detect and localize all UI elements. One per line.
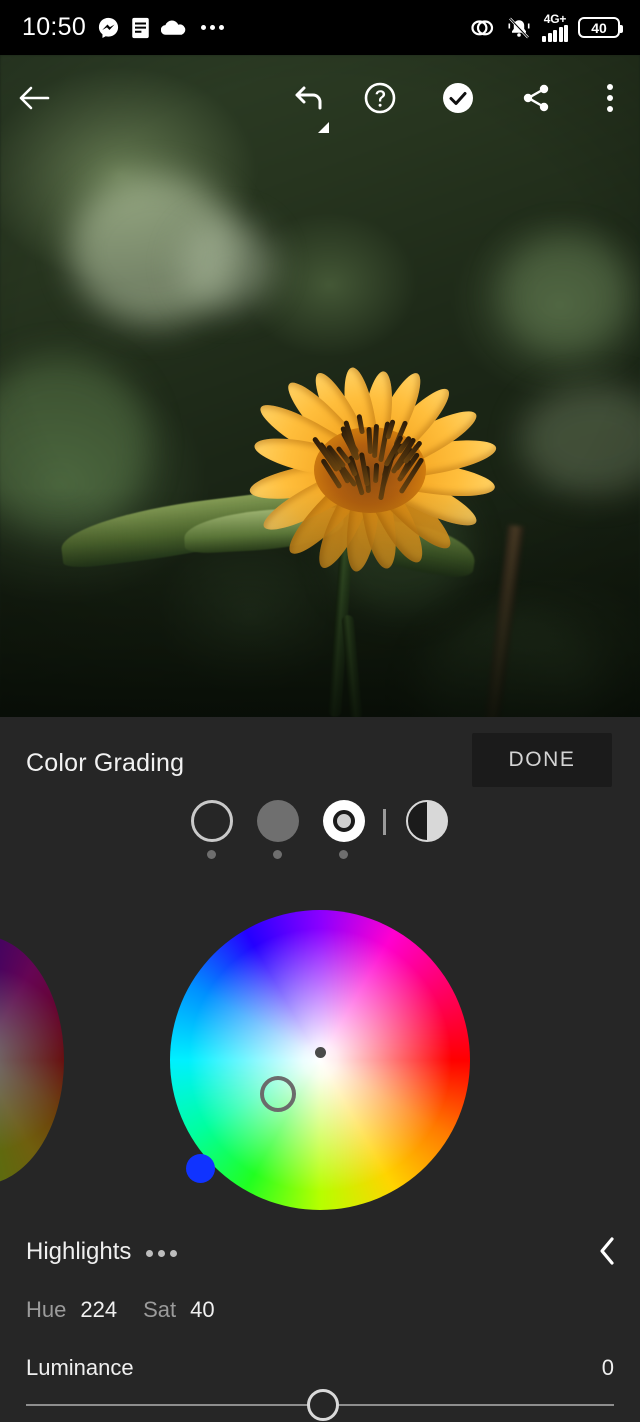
messenger-icon	[97, 16, 120, 39]
editor-toolbar	[0, 72, 640, 133]
undo-icon[interactable]	[284, 72, 336, 124]
tone-selector	[0, 800, 640, 870]
back-arrow-icon[interactable]	[8, 72, 60, 124]
photo-preview[interactable]	[0, 55, 640, 717]
vibrate-off-icon	[506, 16, 532, 40]
done-button[interactable]: DONE	[472, 733, 612, 787]
tone-midtones-indicator-dot	[273, 850, 282, 859]
check-circle-icon[interactable]	[432, 72, 484, 124]
status-bar-left: 10:50	[22, 13, 225, 41]
luminance-slider-thumb[interactable]	[307, 1389, 339, 1421]
color-wheel-center-dot	[315, 1047, 326, 1058]
ellipsis-icon[interactable]	[146, 1250, 177, 1257]
tone-shadows-button[interactable]	[191, 800, 233, 842]
hue-label: Hue	[26, 1297, 67, 1322]
tone-global-button[interactable]	[406, 800, 448, 842]
color-swatch-preview	[186, 1154, 215, 1183]
status-bar-right: 4G+ 40	[470, 13, 623, 42]
help-icon[interactable]	[354, 72, 406, 124]
more-vertical-icon[interactable]	[584, 72, 636, 124]
hue-value: 224	[80, 1297, 118, 1322]
app-screen: 10:50 4G+ 40 Color Grading DONE Highligh…	[0, 0, 640, 1422]
section-title: Highlights	[26, 1238, 132, 1265]
tone-divider	[383, 809, 386, 835]
sat-label: Sat	[143, 1297, 177, 1322]
status-bar-clock: 10:50	[22, 13, 87, 41]
luminance-label: Luminance	[26, 1355, 134, 1380]
loop-icon	[470, 16, 496, 40]
color-wheel-previous[interactable]	[0, 935, 64, 1185]
chevron-left-icon[interactable]	[596, 1234, 618, 1273]
cloud-icon	[161, 19, 186, 36]
tone-highlights-indicator-dot	[339, 850, 348, 859]
tone-midtones-button[interactable]	[257, 800, 299, 842]
luminance-value: 0	[601, 1355, 614, 1380]
tone-highlights-button[interactable]	[323, 800, 365, 842]
battery-icon: 40	[578, 17, 623, 38]
share-icon[interactable]	[510, 72, 562, 124]
battery-level-label: 40	[591, 19, 607, 36]
undo-indicator-triangle	[318, 122, 329, 133]
section-header: Highlights	[0, 1237, 640, 1278]
overflow-dots-icon	[201, 25, 225, 30]
page-title: Color Grading	[26, 749, 185, 777]
sat-value: 40	[190, 1297, 215, 1322]
network-type-label: 4G+	[543, 12, 567, 26]
color-wheel-handle[interactable]	[260, 1076, 296, 1112]
color-wheel-highlights[interactable]	[170, 910, 470, 1210]
hue-sat-row: Hue 224 Sat 40	[26, 1297, 215, 1323]
tone-shadows-indicator-dot	[207, 850, 216, 859]
status-bar: 10:50 4G+ 40	[0, 0, 640, 55]
document-icon	[131, 17, 150, 39]
signal-strength-bars	[542, 25, 568, 42]
signal-bars-icon: 4G+	[542, 13, 568, 42]
photo-bottom-shade	[0, 487, 640, 717]
